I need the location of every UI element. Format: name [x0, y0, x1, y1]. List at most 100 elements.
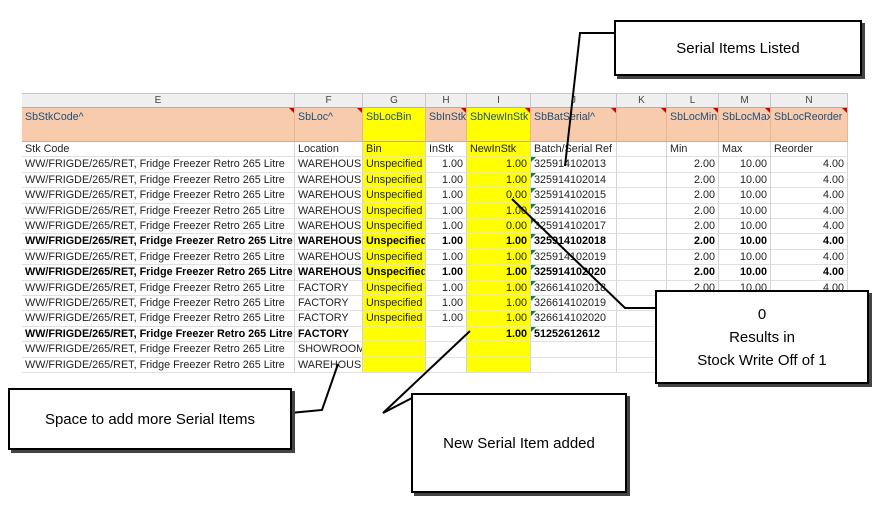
column-letter[interactable]: G [363, 94, 426, 108]
table-cell[interactable]: 1.00 [426, 265, 467, 281]
table-cell[interactable]: WW/FRIGDE/265/RET, Fridge Freezer Retro … [22, 249, 295, 266]
field-name-cell[interactable]: SbBatSerial^ [531, 108, 617, 142]
table-cell[interactable]: WW/FRIGDE/265/RET, Fridge Freezer Retro … [22, 265, 295, 281]
table-cell[interactable]: WW/FRIGDE/265/RET, Fridge Freezer Retro … [22, 326, 295, 343]
field-name-cell[interactable]: SbLocMin [667, 108, 719, 142]
header-cell[interactable]: Stk Code [22, 142, 295, 158]
table-cell[interactable]: FACTORY [295, 280, 363, 296]
table-cell[interactable]: WW/FRIGDE/265/RET, Fridge Freezer Retro … [22, 203, 295, 219]
table-cell[interactable]: 1.00 [467, 265, 531, 281]
header-cell[interactable]: Reorder [771, 142, 848, 158]
table-cell[interactable]: WAREHOUSE [295, 234, 363, 250]
table-cell[interactable]: 1.00 [467, 280, 531, 296]
table-cell[interactable]: Unspecified [363, 188, 426, 204]
table-cell[interactable]: 10.00 [719, 188, 771, 204]
column-letter[interactable]: L [667, 94, 719, 108]
table-cell[interactable] [617, 172, 667, 189]
table-cell[interactable] [617, 249, 667, 266]
table-cell[interactable] [426, 326, 467, 343]
table-cell[interactable]: 325914102014 [531, 172, 617, 189]
table-cell[interactable]: 326614102019 [531, 296, 617, 312]
table-cell[interactable]: 10.00 [719, 157, 771, 173]
table-cell[interactable]: 4.00 [771, 203, 848, 219]
table-cell[interactable] [617, 219, 667, 235]
table-cell[interactable]: FACTORY [295, 296, 363, 312]
table-cell[interactable]: 325914102017 [531, 219, 617, 235]
table-cell[interactable]: 1.00 [426, 234, 467, 250]
header-cell[interactable] [617, 142, 667, 158]
field-name-cell[interactable]: SbLocMax [719, 108, 771, 142]
column-letter[interactable]: N [771, 94, 848, 108]
table-cell[interactable]: Unspecified [363, 172, 426, 189]
table-cell[interactable]: 1.00 [426, 249, 467, 266]
table-cell[interactable]: WW/FRIGDE/265/RET, Fridge Freezer Retro … [22, 296, 295, 312]
column-letter[interactable]: I [467, 94, 531, 108]
header-cell[interactable]: Batch/Serial Ref [531, 142, 617, 158]
table-cell[interactable]: 1.00 [467, 326, 531, 343]
table-cell[interactable]: 1.00 [467, 172, 531, 189]
table-cell[interactable]: WW/FRIGDE/265/RET, Fridge Freezer Retro … [22, 188, 295, 204]
table-cell[interactable]: WAREHOUSE [295, 188, 363, 204]
table-cell[interactable]: WAREHOUSE [295, 357, 363, 373]
table-cell[interactable]: 325914102016 [531, 203, 617, 219]
table-cell[interactable]: FACTORY [295, 326, 363, 343]
column-letter[interactable]: H [426, 94, 467, 108]
field-name-cell[interactable]: SbInStk [426, 108, 467, 142]
header-cell[interactable]: NewInStk [467, 142, 531, 158]
table-cell[interactable]: WAREHOUSE [295, 157, 363, 173]
table-cell[interactable]: Unspecified [363, 280, 426, 296]
table-cell[interactable]: 10.00 [719, 203, 771, 219]
table-cell[interactable]: 1.00 [467, 296, 531, 312]
table-cell[interactable]: 325914102018 [531, 234, 617, 250]
table-cell[interactable]: Unspecified [363, 203, 426, 219]
table-cell[interactable]: 325914102013 [531, 157, 617, 173]
table-cell[interactable]: 4.00 [771, 188, 848, 204]
table-cell[interactable]: 10.00 [719, 234, 771, 250]
table-cell[interactable]: WAREHOUSE [295, 265, 363, 281]
table-cell[interactable]: WAREHOUSE [295, 203, 363, 219]
table-cell[interactable]: 10.00 [719, 249, 771, 266]
table-cell[interactable]: 2.00 [667, 234, 719, 250]
field-name-cell[interactable] [617, 108, 667, 142]
table-cell[interactable]: WAREHOUSE [295, 219, 363, 235]
table-cell[interactable]: 2.00 [667, 249, 719, 266]
header-cell[interactable]: Location [295, 142, 363, 158]
table-cell[interactable] [426, 342, 467, 358]
table-cell[interactable] [531, 357, 617, 373]
table-cell[interactable]: Unspecified [363, 265, 426, 281]
table-cell[interactable]: 4.00 [771, 219, 848, 235]
table-cell[interactable]: WW/FRIGDE/265/RET, Fridge Freezer Retro … [22, 234, 295, 250]
column-letter[interactable]: F [295, 94, 363, 108]
table-cell[interactable]: WAREHOUSE [295, 249, 363, 266]
field-name-cell[interactable]: SbLocReorder [771, 108, 848, 142]
table-cell[interactable]: 10.00 [719, 219, 771, 235]
header-cell[interactable]: Max [719, 142, 771, 158]
table-cell[interactable]: 4.00 [771, 157, 848, 173]
table-cell[interactable] [617, 157, 667, 173]
table-cell[interactable] [617, 265, 667, 281]
field-name-cell[interactable]: SbLocBin [363, 108, 426, 142]
table-cell[interactable]: 2.00 [667, 265, 719, 281]
table-cell[interactable] [617, 188, 667, 204]
table-cell[interactable]: 1.00 [426, 188, 467, 204]
table-cell[interactable]: 1.00 [426, 203, 467, 219]
table-cell[interactable]: 1.00 [426, 172, 467, 189]
table-cell[interactable]: 2.00 [667, 203, 719, 219]
table-cell[interactable] [363, 342, 426, 358]
table-cell[interactable]: 1.00 [426, 296, 467, 312]
table-cell[interactable]: Unspecified [363, 311, 426, 327]
table-cell[interactable]: 2.00 [667, 157, 719, 173]
table-cell[interactable]: WW/FRIGDE/265/RET, Fridge Freezer Retro … [22, 357, 295, 373]
table-cell[interactable]: 2.00 [667, 219, 719, 235]
table-cell[interactable]: WW/FRIGDE/265/RET, Fridge Freezer Retro … [22, 311, 295, 327]
table-cell[interactable] [363, 357, 426, 373]
table-cell[interactable]: 1.00 [467, 203, 531, 219]
table-cell[interactable]: WAREHOUSE [295, 172, 363, 189]
table-cell[interactable]: 10.00 [719, 265, 771, 281]
table-cell[interactable]: 1.00 [467, 234, 531, 250]
field-name-cell[interactable]: SbLoc^ [295, 108, 363, 142]
table-cell[interactable]: 4.00 [771, 234, 848, 250]
table-cell[interactable] [363, 326, 426, 343]
table-cell[interactable]: 1.00 [426, 280, 467, 296]
table-cell[interactable]: WW/FRIGDE/265/RET, Fridge Freezer Retro … [22, 157, 295, 173]
